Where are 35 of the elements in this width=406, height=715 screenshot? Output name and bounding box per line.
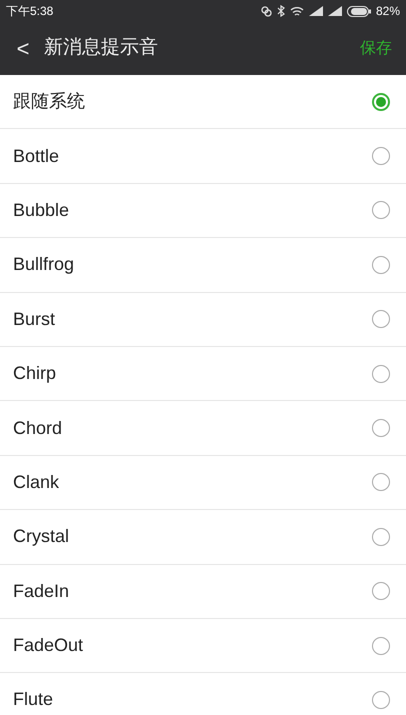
save-button[interactable]: 保存: [360, 36, 392, 60]
signal-icon: [328, 6, 342, 16]
sound-option[interactable]: Burst: [0, 292, 406, 347]
radio-button[interactable]: [372, 582, 390, 600]
radio-button[interactable]: [372, 364, 390, 383]
sound-option[interactable]: FadeOut: [0, 618, 406, 674]
sound-option[interactable]: Bottle: [0, 129, 406, 184]
wifi-icon: [290, 6, 304, 16]
radio-button[interactable]: [372, 690, 390, 709]
sound-option[interactable]: Chord: [0, 401, 406, 456]
battery-icon: [346, 6, 371, 16]
page-title: 新消息提示音: [44, 36, 159, 60]
sound-option[interactable]: Chirp: [0, 346, 406, 402]
radio-button[interactable]: [372, 473, 390, 492]
sound-option[interactable]: Bullfrog: [0, 238, 406, 293]
signal-icon: [308, 6, 323, 16]
radio-button[interactable]: [372, 201, 390, 220]
sound-option[interactable]: FadeIn: [0, 564, 406, 619]
bluetooth-icon: [276, 5, 285, 17]
sound-option[interactable]: Crystal: [0, 510, 406, 565]
link-icon: [260, 6, 272, 16]
status-time: 下午5:38: [6, 3, 54, 20]
sound-option[interactable]: Clank: [0, 456, 406, 510]
radio-button[interactable]: [372, 92, 390, 111]
radio-button[interactable]: [372, 310, 390, 328]
radio-button[interactable]: [372, 256, 390, 274]
radio-button[interactable]: [372, 528, 390, 546]
radio-button[interactable]: [372, 147, 390, 166]
radio-button[interactable]: [372, 636, 390, 655]
sound-option[interactable]: Flute: [0, 673, 406, 715]
sound-option[interactable]: Bubble: [0, 184, 406, 238]
radio-button[interactable]: [372, 419, 390, 438]
sound-option[interactable]: 跟随系统: [0, 75, 406, 130]
back-button[interactable]: <: [14, 38, 32, 60]
battery-percent: 82%: [376, 3, 400, 20]
